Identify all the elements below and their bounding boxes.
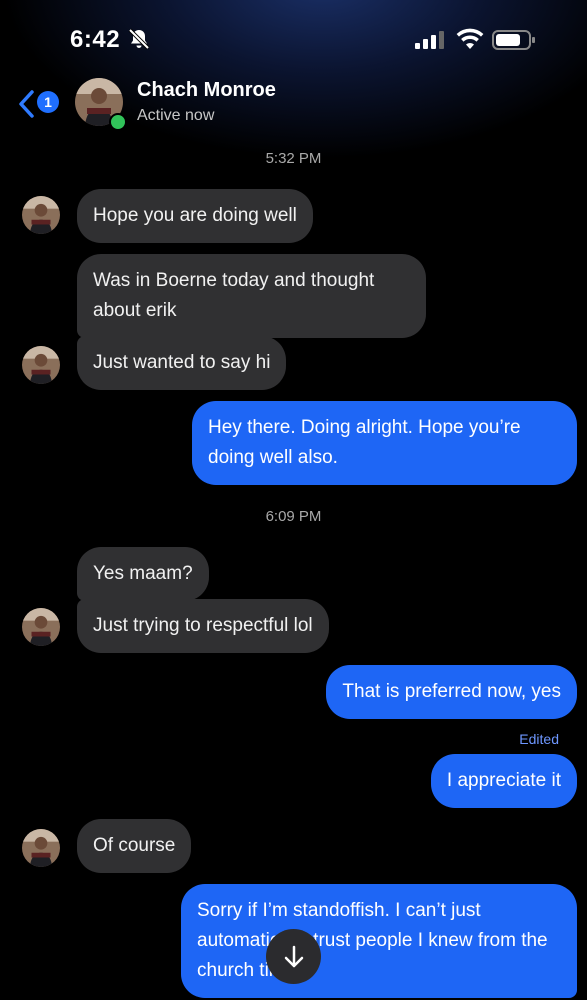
arrow-down-icon bbox=[284, 945, 303, 967]
bell-slash-icon bbox=[128, 28, 150, 50]
contact-status: Active now bbox=[137, 107, 215, 124]
back-button[interactable]: 1 bbox=[17, 88, 63, 120]
contact-name[interactable]: Chach Monroe bbox=[137, 79, 276, 102]
sender-avatar[interactable] bbox=[22, 196, 60, 234]
sender-avatar[interactable] bbox=[22, 608, 60, 646]
incoming-message[interactable]: Of course bbox=[77, 819, 192, 873]
chevron-left-icon bbox=[19, 90, 34, 118]
status-time: 6:42 bbox=[70, 26, 121, 53]
outgoing-message[interactable]: I appreciate it bbox=[430, 754, 577, 808]
scroll-to-bottom-button[interactable] bbox=[266, 929, 321, 984]
outgoing-message[interactable]: Sorry if I’m standoffish. I can’t just a… bbox=[181, 884, 577, 998]
outgoing-message[interactable]: Hey there. Doing alright. Hope you’re do… bbox=[192, 401, 577, 485]
message-timestamp: 5:32 PM bbox=[265, 150, 322, 167]
incoming-message[interactable]: Was in Boerne today and thought about er… bbox=[77, 254, 426, 338]
incoming-message[interactable]: Just wanted to say hi bbox=[77, 336, 287, 390]
outgoing-message[interactable]: That is preferred now, yes bbox=[326, 665, 577, 719]
unread-count-badge: 1 bbox=[37, 91, 59, 113]
online-indicator bbox=[109, 113, 127, 131]
incoming-message[interactable]: Yes maam? bbox=[77, 547, 209, 601]
cellular-signal-icon bbox=[415, 31, 444, 49]
sender-avatar[interactable] bbox=[22, 346, 60, 384]
incoming-message[interactable]: Just trying to respectful lol bbox=[77, 599, 329, 653]
battery-icon bbox=[492, 30, 535, 50]
incoming-message[interactable]: Hope you are doing well bbox=[77, 189, 313, 243]
sender-avatar[interactable] bbox=[22, 829, 60, 867]
wifi-icon bbox=[456, 28, 484, 49]
message-timestamp: 6:09 PM bbox=[265, 508, 322, 525]
edited-label: Edited bbox=[519, 731, 559, 747]
